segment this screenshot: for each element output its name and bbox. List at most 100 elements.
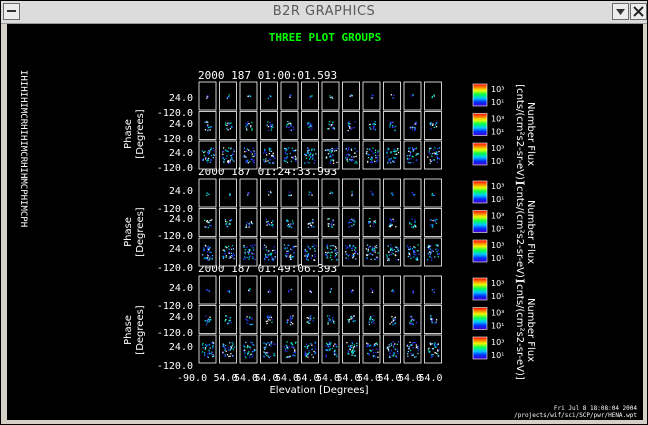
scatter-point: [346, 159, 348, 161]
scatter-point: [329, 149, 331, 151]
scatter-point: [225, 350, 227, 352]
plot-panel: [280, 237, 299, 267]
scatter-point: [369, 319, 371, 321]
scatter-point: [372, 290, 374, 292]
scatter-point: [284, 158, 287, 160]
scatter-point: [430, 124, 432, 127]
scatter-point: [310, 315, 312, 317]
scatter-point: [369, 218, 371, 220]
scatter-point: [396, 356, 398, 358]
scatter-point: [244, 156, 246, 158]
scatter-point: [286, 250, 288, 252]
scatter-point: [245, 341, 247, 344]
x-axis-label: Elevation [Degrees]: [269, 385, 368, 396]
scatter-point: [209, 316, 211, 318]
scatter-point: [287, 255, 289, 257]
scatter-point: [268, 162, 270, 164]
scatter-point: [329, 348, 331, 350]
scatter-point: [222, 150, 225, 152]
scatter-point: [438, 150, 440, 153]
scatter-point: [350, 148, 352, 150]
scatter-point: [373, 355, 375, 357]
scatter-point: [252, 155, 254, 158]
scatter-point: [245, 356, 247, 358]
scatter-point: [290, 223, 292, 225]
scatter-point: [376, 342, 378, 344]
scatter-point: [351, 225, 353, 227]
scatter-point: [206, 259, 208, 261]
scatter-point: [266, 322, 268, 325]
ylabel-phase-2: Phase: [123, 217, 134, 247]
scatter-point: [394, 157, 396, 159]
scatter-point: [371, 94, 373, 96]
scatter-point: [391, 125, 394, 127]
close-icon[interactable]: [630, 3, 647, 20]
plot-panel: [219, 305, 237, 334]
scatter-point: [269, 253, 271, 255]
scatter-point: [375, 161, 378, 163]
scatter-point: [414, 224, 416, 227]
scatter-point: [431, 249, 433, 251]
scatter-point: [270, 355, 272, 358]
scatter-point: [247, 319, 249, 321]
scatter-point: [408, 346, 410, 348]
scatter-point: [351, 159, 353, 161]
scatter-point: [272, 155, 274, 157]
scatter-point: [283, 244, 286, 246]
scatter-point: [244, 253, 246, 255]
scatter-point: [367, 154, 369, 156]
scatter-point: [205, 345, 208, 347]
colorbar: [472, 336, 488, 360]
scatter-point: [291, 256, 293, 258]
scatter-point: [374, 149, 377, 151]
scatter-point: [312, 320, 314, 322]
scatter-point: [244, 249, 247, 251]
scatter-point: [387, 259, 389, 261]
window-titlebar[interactable]: B2R GRAPHICS: [1, 1, 647, 24]
scatter-point: [376, 157, 378, 159]
scatter-point: [390, 253, 392, 256]
scatter-point: [353, 254, 355, 256]
scatter-point: [412, 162, 414, 164]
scatter-point: [288, 194, 290, 196]
scatter-point: [433, 288, 435, 291]
scatter-point: [355, 346, 358, 348]
scatter-point: [204, 151, 206, 153]
scatter-point: [286, 156, 288, 158]
scatter-point: [436, 353, 439, 355]
minimize-icon[interactable]: [612, 3, 629, 20]
left-sidebar-text: IHIHIHIMCRHIHIMCRHIHMCPHIMCPH: [18, 70, 28, 227]
scatter-point: [269, 122, 271, 124]
colorbar-tick-label: 10¹: [491, 128, 504, 137]
scatter-point: [334, 246, 337, 248]
scatter-point: [253, 349, 256, 351]
scatter-point: [289, 256, 291, 258]
scatter-point: [252, 161, 255, 163]
scatter-point: [314, 255, 316, 258]
scatter-point: [428, 248, 430, 250]
scatter-point: [232, 253, 235, 255]
scatter-point: [349, 246, 351, 248]
scatter-point: [290, 318, 292, 321]
colorbar-tick-label: 10¹: [491, 322, 504, 331]
scatter-point: [207, 129, 209, 132]
scatter-point: [285, 348, 287, 350]
scatter-point: [393, 355, 395, 357]
scatter-point: [264, 352, 266, 354]
scatter-point: [308, 350, 310, 352]
colorbars: 10³ 10¹ 10³ 10¹ 10³ 10¹ 10³ 10¹ 10³ 10¹ 10³ 10¹ 10³ 1…: [472, 83, 504, 360]
scatter-point: [365, 248, 367, 250]
scatter-point: [352, 257, 354, 259]
plot-panel: [342, 178, 360, 208]
scatter-point: [388, 251, 390, 253]
scatter-point: [228, 316, 230, 319]
scatter-point: [305, 353, 307, 355]
plot-panel: [280, 81, 299, 111]
scatter-point: [354, 320, 356, 322]
scatter-point: [315, 245, 317, 247]
scatter-point: [313, 259, 315, 261]
ytick-g3-bot: -120.0: [157, 361, 193, 372]
ytick-g3-r3: 24.0: [169, 342, 193, 353]
scatter-point: [225, 220, 227, 223]
scatter-point: [230, 218, 232, 220]
